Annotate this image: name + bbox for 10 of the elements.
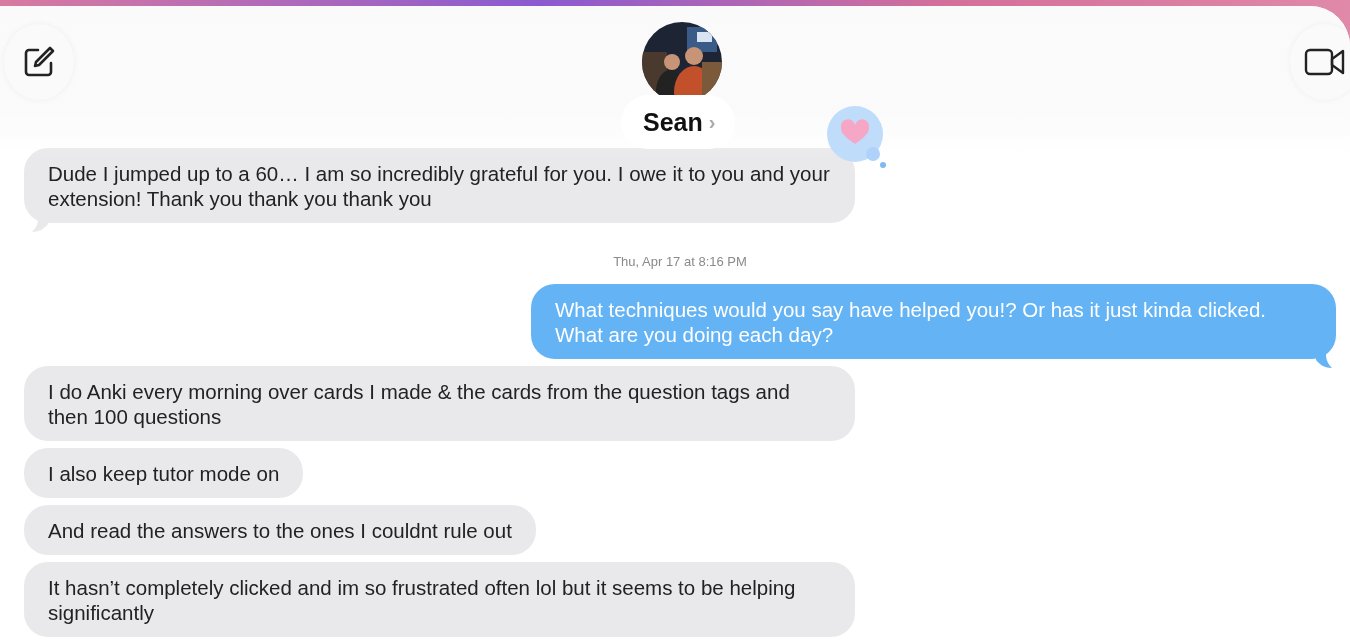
received-message: I also keep tutor mode on: [24, 448, 304, 498]
sent-message: What techniques would you say have helped you!? Or has it just kinda clicked. What are you doing each day?: [531, 284, 1336, 359]
received-message: It hasn’t completely clicked and im so frustrated often lol but it seems to be helping significantly: [24, 562, 855, 637]
received-message: Dude I jumped up to a 60… I am so incredibly grateful for you. I owe it to you and your extension! Thank you thank you thank you: [24, 148, 855, 223]
compose-icon: [22, 45, 56, 79]
received-message: I do Anki every morning over cards I made & the cards from the question tags and then 100 questions: [24, 366, 855, 441]
timestamp: Thu, Apr 17 at 8:16 PM: [613, 254, 747, 269]
video-camera-icon: [1304, 48, 1346, 76]
received-message: And read the answers to the ones I couldnt rule out: [24, 505, 536, 555]
contact-name-button[interactable]: Sean ›: [621, 95, 736, 149]
